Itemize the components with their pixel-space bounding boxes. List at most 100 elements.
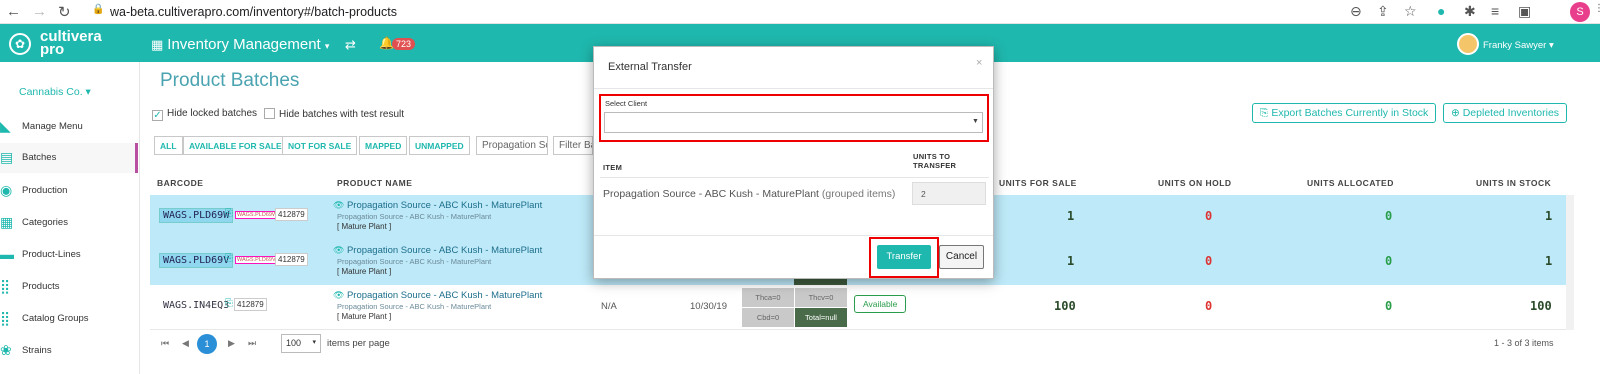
- sidebar-item-production[interactable]: ◉ Production: [0, 176, 138, 206]
- transfer-item: Propagation Source - ABC Kush - MaturePl…: [603, 188, 895, 200]
- module-switcher[interactable]: ▦ Inventory Management ▾: [151, 36, 329, 53]
- cancel-button[interactable]: Cancel: [939, 245, 984, 269]
- depleted-inventories-button[interactable]: ⊕ Depleted Inventories: [1443, 103, 1568, 123]
- product-type: [ Mature Plant ]: [337, 267, 392, 276]
- status-badge[interactable]: Available: [854, 295, 907, 313]
- sidebar-item-label: Batches: [22, 152, 57, 163]
- copy-icon[interactable]: ⎘: [225, 208, 233, 219]
- product-link[interactable]: 👁 Propagation Source - ABC Kush - Mature…: [333, 200, 542, 211]
- pager-prev-button[interactable]: ◀: [182, 338, 189, 349]
- product-subtitle: Propagation Source - ABC Kush - MaturePl…: [337, 302, 492, 311]
- zoom-icon[interactable]: ⊖: [1350, 3, 1362, 20]
- filter-available-button[interactable]: AVAILABLE FOR SALE: [183, 136, 288, 155]
- barcode[interactable]: WAGS.PLD69W: [159, 208, 234, 223]
- column-product-name[interactable]: PRODUCT NAME: [337, 178, 412, 188]
- column-units-allocated[interactable]: UNITS ALLOCATED: [1307, 178, 1394, 188]
- copy-icon[interactable]: ⎘: [225, 298, 233, 309]
- products-icon: ⣿: [0, 278, 11, 294]
- thca-chip: Thca=0: [742, 288, 794, 307]
- production-icon: ◉: [0, 182, 13, 198]
- page-title: Product Batches: [160, 70, 300, 91]
- units-allocated: 0: [1385, 254, 1393, 268]
- column-item: ITEM: [603, 163, 623, 172]
- filter-batch-input[interactable]: Filter Ba: [553, 136, 593, 155]
- more-icon[interactable]: ⋮: [1594, 3, 1600, 14]
- profile-avatar[interactable]: S: [1570, 2, 1590, 22]
- cbd-chip: Cbd=0: [742, 308, 794, 327]
- column-units-on-hold[interactable]: UNITS ON HOLD: [1158, 178, 1232, 188]
- pager-next-button[interactable]: ▶: [228, 338, 235, 349]
- total-chip: Total=null: [795, 308, 847, 327]
- puzzle-icon[interactable]: ✱: [1464, 3, 1476, 20]
- table-scrollbar[interactable]: [1566, 195, 1574, 330]
- close-icon[interactable]: ×: [976, 57, 982, 69]
- external-transfer-modal: External Transfer × Select Client ▼ ITEM…: [593, 46, 994, 279]
- pager-current-page[interactable]: 1: [197, 334, 217, 354]
- sidebar-item-label: Manage Menu: [22, 121, 83, 132]
- notification-badge[interactable]: 723: [392, 38, 416, 50]
- extension-icon[interactable]: ●: [1437, 3, 1445, 19]
- per-page-select[interactable]: 100 ▾: [281, 334, 321, 353]
- product-type: [ Mature Plant ]: [337, 222, 392, 231]
- forward-icon[interactable]: →: [32, 3, 47, 20]
- sidebar-item-manage-menu[interactable]: ◣ Manage Menu: [0, 112, 138, 142]
- copy-icon[interactable]: ⎘: [225, 253, 233, 264]
- filter-product-input[interactable]: Propagation Sc: [476, 136, 548, 155]
- per-page-value: 100: [286, 338, 302, 348]
- units-for-sale: 100: [1054, 299, 1076, 313]
- pager-first-button[interactable]: ⏮: [161, 338, 169, 349]
- column-units-for-sale[interactable]: UNITS FOR SALE: [999, 178, 1077, 188]
- lock-icon[interactable]: 🔒: [92, 4, 104, 15]
- catalog-groups-icon: ⣿: [0, 310, 11, 326]
- units-in-stock: 1: [1545, 209, 1553, 223]
- user-name: Franky Sawyer: [1483, 40, 1547, 51]
- caret-down-icon: ▾: [312, 339, 316, 346]
- barcode[interactable]: WAGS.IN4EQ3: [159, 298, 233, 313]
- units-to-transfer-input[interactable]: 2: [912, 182, 986, 205]
- product-subtitle: Propagation Source - ABC Kush - MaturePl…: [337, 212, 492, 221]
- sidebar-item-label: Strains: [22, 345, 52, 356]
- filter-unmapped-button[interactable]: UNMAPPED: [409, 136, 470, 155]
- product-link[interactable]: 👁 Propagation Source - ABC Kush - Mature…: [333, 245, 542, 256]
- org-selector[interactable]: Cannabis Co. ▾: [19, 86, 91, 98]
- sidebar-item-strains[interactable]: ❀ Strains: [0, 336, 138, 366]
- batch-date: 10/30/19: [690, 301, 727, 312]
- user-menu[interactable]: Franky Sawyer ▾: [1483, 40, 1554, 51]
- sidebar-item-catalog-groups[interactable]: ⣿ Catalog Groups: [0, 304, 138, 334]
- user-avatar[interactable]: [1457, 33, 1479, 55]
- column-barcode[interactable]: BARCODE: [157, 178, 203, 188]
- sidepanel-icon[interactable]: ▣: [1518, 3, 1531, 20]
- reload-icon[interactable]: ↻: [58, 3, 71, 21]
- sidebar-item-label: Products: [22, 281, 60, 292]
- bookmark-star-icon[interactable]: ☆: [1404, 3, 1417, 20]
- filter-all-button[interactable]: ALL: [154, 136, 183, 155]
- product-name: Propagation Source - ABC Kush - MaturePl…: [346, 290, 543, 301]
- pager-range: 1 - 3 of 3 items: [1494, 338, 1554, 348]
- swap-icon[interactable]: ⇄: [345, 37, 356, 53]
- address-bar[interactable]: wa-beta.cultiverapro.com/inventory#/batc…: [110, 5, 397, 19]
- share-icon[interactable]: ⇪: [1377, 3, 1389, 20]
- sidebar-item-batches[interactable]: ▤ Batches: [0, 143, 138, 173]
- barcode[interactable]: WAGS.PLD69V: [159, 253, 234, 268]
- filter-not-for-sale-button[interactable]: NOT FOR SALE: [282, 136, 358, 155]
- media-icon[interactable]: ≡: [1491, 3, 1499, 19]
- batches-icon: ▤: [0, 149, 14, 165]
- filter-mapped-button[interactable]: MAPPED: [359, 136, 408, 155]
- transfer-button[interactable]: Transfer: [877, 245, 931, 269]
- sidebar-item-categories[interactable]: ▦ Categories: [0, 208, 138, 238]
- units-in-stock: 100: [1530, 299, 1552, 313]
- sidebar-item-products[interactable]: ⣿ Products: [0, 272, 138, 302]
- export-batches-button[interactable]: ⎘ Export Batches Currently in Stock: [1252, 103, 1437, 123]
- logo[interactable]: cultivera pro: [40, 29, 102, 57]
- caret-down-icon: ▾: [324, 41, 330, 51]
- select-client-dropdown[interactable]: [604, 112, 983, 133]
- product-link[interactable]: 👁 Propagation Source - ABC Kush - Mature…: [333, 290, 542, 301]
- table-row[interactable]: WAGS.IN4EQ3 ⎘ 412879 👁 Propagation Sourc…: [150, 285, 1566, 330]
- pager-last-button[interactable]: ⏭: [248, 338, 256, 349]
- column-units-in-stock[interactable]: UNITS IN STOCK: [1476, 178, 1551, 188]
- hide-locked-checkbox[interactable]: ✓ Hide locked batches: [152, 108, 257, 121]
- logo-icon[interactable]: ✿: [9, 33, 31, 55]
- back-icon[interactable]: ←: [6, 3, 21, 20]
- hide-test-checkbox[interactable]: Hide batches with test result: [264, 108, 404, 120]
- sidebar-item-product-lines[interactable]: ▬ Product-Lines: [0, 240, 138, 270]
